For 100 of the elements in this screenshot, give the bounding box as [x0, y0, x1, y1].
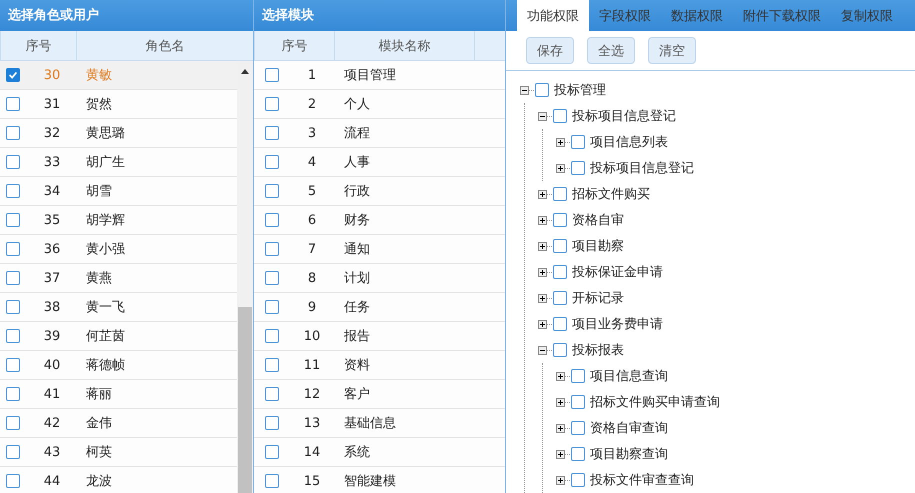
checkbox[interactable] [571, 395, 585, 409]
checkbox[interactable] [6, 416, 20, 430]
checkbox[interactable] [265, 300, 279, 314]
checkbox[interactable] [571, 447, 585, 461]
tree-item-label[interactable]: 投标报表 [572, 341, 624, 359]
checkbox[interactable] [6, 242, 20, 256]
tree-item-label[interactable]: 项目勘察 [572, 237, 624, 255]
expand-icon[interactable] [538, 190, 547, 198]
checkbox[interactable] [265, 242, 279, 256]
expand-icon[interactable] [538, 268, 547, 276]
checkbox[interactable] [265, 126, 279, 140]
checkbox[interactable] [265, 387, 279, 401]
scrollbar[interactable] [237, 61, 253, 493]
checkbox[interactable] [265, 68, 279, 82]
column-header: 角色名 [76, 31, 253, 60]
expand-icon[interactable] [538, 320, 547, 328]
tab[interactable]: 字段权限 [589, 0, 661, 31]
checkbox[interactable] [6, 474, 20, 488]
expand-icon[interactable] [556, 450, 565, 458]
checkbox[interactable] [265, 213, 279, 227]
collapse-icon[interactable] [538, 346, 547, 354]
table-cell-text: 2 [306, 96, 318, 112]
checkbox[interactable] [6, 300, 20, 314]
toolbar-button[interactable]: 清空 [648, 37, 696, 64]
checkbox[interactable] [265, 155, 279, 169]
checkbox[interactable] [6, 68, 20, 82]
checkbox[interactable] [553, 343, 567, 357]
collapse-icon[interactable] [520, 86, 529, 94]
checkbox[interactable] [6, 126, 20, 140]
tree-item-label[interactable]: 开标记录 [572, 289, 624, 307]
expand-icon[interactable] [538, 242, 547, 250]
expand-icon[interactable] [538, 294, 547, 302]
toolbar-button[interactable]: 保存 [526, 37, 574, 64]
checkbox[interactable] [265, 445, 279, 459]
checkbox[interactable] [265, 329, 279, 343]
checkbox[interactable] [535, 83, 549, 97]
checkbox[interactable] [6, 271, 20, 285]
scrollbar-thumb[interactable] [238, 307, 252, 493]
checkbox[interactable] [571, 473, 585, 487]
table-cell-text: 14 [302, 444, 322, 460]
collapse-icon[interactable] [538, 112, 547, 120]
tree-item-label[interactable]: 招标文件购买申请查询 [590, 393, 720, 411]
expand-icon[interactable] [556, 424, 565, 432]
checkbox[interactable] [265, 271, 279, 285]
checkbox[interactable] [571, 421, 585, 435]
tree-item-label[interactable]: 项目信息列表 [590, 133, 668, 151]
checkbox[interactable] [553, 317, 567, 331]
checkbox[interactable] [265, 474, 279, 488]
table-cell-text: 15 [302, 474, 322, 488]
checkbox[interactable] [571, 135, 585, 149]
tree-item-label[interactable]: 资格自审查询 [590, 419, 668, 437]
expand-icon[interactable] [556, 398, 565, 406]
tree-item-label[interactable]: 项目业务费申请 [572, 315, 663, 333]
table-cell-text: 客户 [343, 386, 371, 403]
checkbox[interactable] [6, 213, 20, 227]
table-cell-text: 报告 [343, 328, 371, 345]
checkbox[interactable] [6, 329, 20, 343]
expand-icon[interactable] [556, 138, 565, 146]
toolbar-button[interactable]: 全选 [587, 37, 635, 64]
table-cell-text: 龙波 [85, 473, 113, 490]
checkbox[interactable] [265, 358, 279, 372]
table-cell-text: 38 [42, 300, 62, 314]
checkbox[interactable] [265, 416, 279, 430]
tree-item-label[interactable]: 投标项目信息登记 [572, 107, 676, 125]
tree-item-label[interactable]: 投标文件审查查询 [590, 471, 694, 489]
scroll-up-icon[interactable] [241, 69, 249, 74]
checkbox[interactable] [553, 213, 567, 227]
checkbox[interactable] [553, 265, 567, 279]
checkbox[interactable] [553, 291, 567, 305]
checkbox[interactable] [265, 184, 279, 198]
checkbox[interactable] [553, 109, 567, 123]
tab[interactable]: 功能权限 [517, 0, 589, 31]
expand-icon[interactable] [538, 216, 547, 224]
table-cell-text: 36 [42, 242, 62, 256]
checkbox[interactable] [6, 387, 20, 401]
checkbox[interactable] [571, 369, 585, 383]
checkbox[interactable] [265, 97, 279, 111]
table-cell-text: 32 [42, 126, 62, 140]
checkbox[interactable] [553, 187, 567, 201]
tab[interactable]: 复制权限 [831, 0, 903, 31]
checkbox[interactable] [553, 239, 567, 253]
expand-icon[interactable] [556, 164, 565, 172]
tree-item-label[interactable]: 投标管理 [554, 81, 606, 99]
tree-item-label[interactable]: 投标保证金申请 [572, 263, 663, 281]
tree-item-label[interactable]: 投标项目信息登记 [590, 159, 694, 177]
checkbox[interactable] [6, 97, 20, 111]
tree-item-label[interactable]: 招标文件购买 [572, 185, 650, 203]
tab[interactable]: 数据权限 [661, 0, 733, 31]
expand-icon[interactable] [556, 372, 565, 380]
tab[interactable]: 附件下载权限 [733, 0, 831, 31]
tree-item-label[interactable]: 项目信息查询 [590, 367, 668, 385]
expand-icon[interactable] [556, 476, 565, 484]
tree-item-label[interactable]: 资格自审 [572, 211, 624, 229]
checkbox[interactable] [6, 155, 20, 169]
checkbox[interactable] [6, 184, 20, 198]
checkbox[interactable] [6, 445, 20, 459]
checkbox[interactable] [571, 161, 585, 175]
tree-item-label[interactable]: 项目勘察查询 [590, 445, 668, 463]
table-cell-text: 黄小强 [85, 241, 126, 258]
checkbox[interactable] [6, 358, 20, 372]
